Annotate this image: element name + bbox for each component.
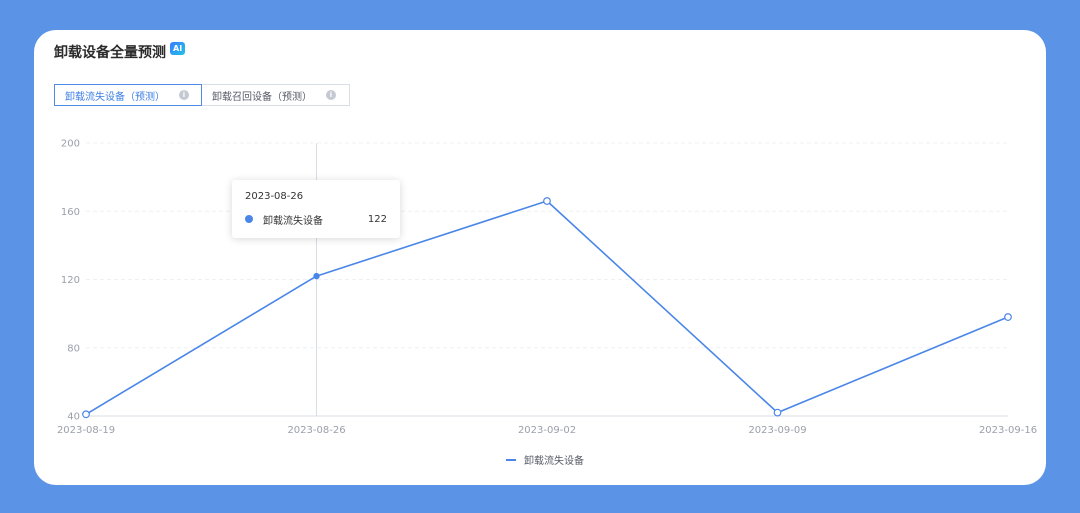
x-tick-label: 2023-09-02 [518,425,576,436]
data-point [313,272,320,280]
axes: 40 80 120 160 200 2023-08-19 2023-08-26 2023-09… [57,139,1037,437]
x-tick-label: 2023-09-16 [979,425,1037,436]
tooltip-row: 卸载流失设备 122 [245,211,387,227]
x-tick-label: 2023-08-26 [287,425,345,436]
x-tick-label: 2023-09-09 [748,425,806,436]
y-tick-label: 200 [61,139,80,150]
legend-label: 卸载流失设备 [524,456,584,467]
x-tick-label: 2023-08-19 [57,425,115,436]
y-tick-label: 40 [67,412,80,423]
chart-card: 卸载设备全量预测 AI 卸载流失设备（预测） i 卸载召回设备（预测） i 40… [34,30,1046,485]
line-chart[interactable]: 40 80 120 160 200 2023-08-19 2023-08-26 2023-09… [34,30,1046,485]
y-tick-label: 80 [67,343,80,354]
y-tick-label: 160 [61,207,80,218]
data-point [773,408,782,417]
chart-tooltip: 2023-08-26 卸载流失设备 122 [232,180,400,238]
data-point [82,410,90,419]
tooltip-series-name: 卸载流失设备 [263,215,323,227]
y-tick-label: 120 [61,275,80,286]
series-dot-icon [245,215,253,223]
series [82,197,1012,419]
data-point [543,197,551,205]
legend-line-icon [506,458,516,461]
series-line [85,200,1009,415]
tooltip-date: 2023-08-26 [245,191,304,202]
chart-legend[interactable]: 卸载流失设备 [506,452,584,467]
tooltip-value: 122 [367,213,387,225]
data-point [1004,313,1012,321]
